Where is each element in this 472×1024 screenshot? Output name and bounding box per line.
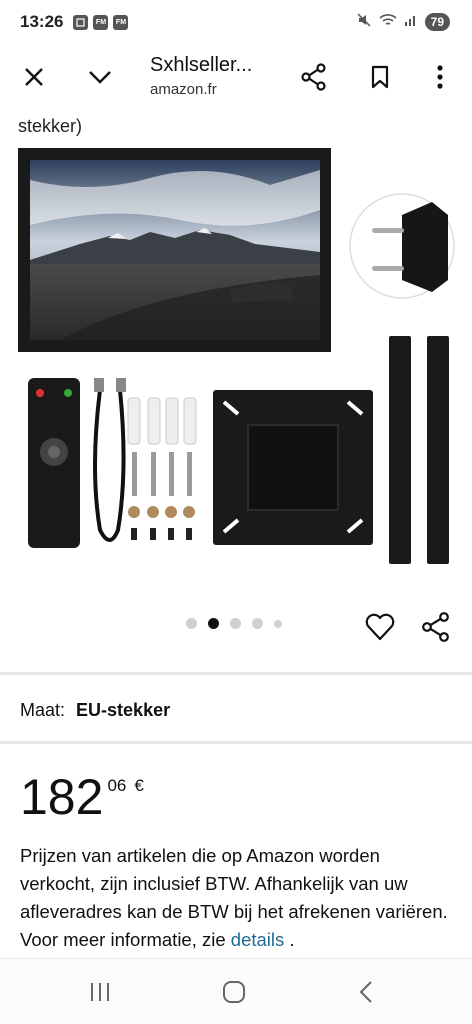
back-chevron-icon (359, 981, 372, 1003)
expand-button[interactable] (80, 57, 120, 97)
details-link[interactable]: details (231, 929, 284, 950)
gallery-pagination (186, 618, 282, 629)
product-share-button[interactable] (416, 607, 456, 647)
mounting-brackets (389, 336, 449, 564)
remote-control (28, 378, 80, 548)
close-button[interactable] (14, 57, 54, 97)
price-block: 182 06 € (20, 770, 144, 824)
heart-icon (365, 613, 395, 641)
fm-notification-icon: FM (93, 14, 109, 30)
recent-apps-button[interactable] (80, 973, 120, 1011)
more-options-button[interactable] (420, 57, 460, 97)
truncated-product-text: stekker) (18, 116, 83, 136)
back-button[interactable] (346, 973, 386, 1011)
size-label: Maat: (20, 700, 66, 720)
notification-icons: FM FM (73, 14, 129, 30)
browser-toolbar: Sxhlseller... amazon.fr (0, 44, 472, 110)
section-divider-2 (0, 741, 472, 744)
status-time: 13:26 (20, 12, 64, 31)
home-icon (223, 981, 245, 1003)
size-value: EU-stekker (76, 700, 171, 720)
product-image (18, 148, 455, 564)
close-icon (25, 68, 43, 86)
share-button[interactable] (294, 57, 334, 97)
home-button[interactable] (214, 973, 254, 1011)
recent-apps-icon (91, 983, 109, 1001)
more-vertical-icon (437, 65, 443, 89)
vat-notice: Prijzen van artikelen die op Amazon word… (20, 842, 460, 954)
bookmark-icon (371, 65, 389, 89)
price-currency: € (134, 776, 144, 795)
vesa-mount-plate (213, 390, 373, 545)
gallery-dot-5[interactable] (274, 619, 282, 628)
bookmark-button[interactable] (360, 57, 400, 97)
page-title-block[interactable]: Sxhlseller... amazon.fr (150, 54, 252, 98)
av-cable (93, 378, 126, 542)
gallery-dot-4[interactable] (252, 618, 263, 629)
eu-plug (349, 193, 455, 299)
wishlist-button[interactable] (360, 607, 400, 647)
gallery-dot-3[interactable] (230, 618, 241, 629)
price-whole: 182 (20, 769, 104, 825)
product-image-gallery[interactable] (0, 140, 472, 580)
section-divider (0, 672, 472, 675)
share-icon (422, 612, 449, 642)
chevron-down-icon (89, 71, 111, 84)
system-navigation-bar (0, 958, 472, 1024)
screws-and-anchors (127, 397, 197, 540)
vat-notice-end: . (289, 929, 295, 950)
battery-indicator: 79 (424, 12, 450, 31)
fm-notification-icon-2: FM (113, 14, 129, 30)
wifi-icon (379, 13, 397, 30)
page-domain: amazon.fr (150, 81, 217, 98)
size-selection: Maat: EU-stekker (20, 700, 170, 721)
gallery-dot-2-active[interactable] (208, 618, 219, 629)
share-icon (301, 63, 326, 91)
mute-icon (356, 12, 372, 31)
signal-icon (404, 13, 418, 30)
screenshot-notification-icon (73, 14, 89, 30)
page-title: Sxhlseller... (150, 54, 253, 76)
gallery-dot-1[interactable] (186, 618, 197, 629)
price-fraction: 06 (107, 776, 127, 795)
system-indicators: 79 (356, 12, 450, 31)
monitor (18, 148, 331, 352)
status-bar: 13:26 FM FM 79 (0, 0, 472, 44)
